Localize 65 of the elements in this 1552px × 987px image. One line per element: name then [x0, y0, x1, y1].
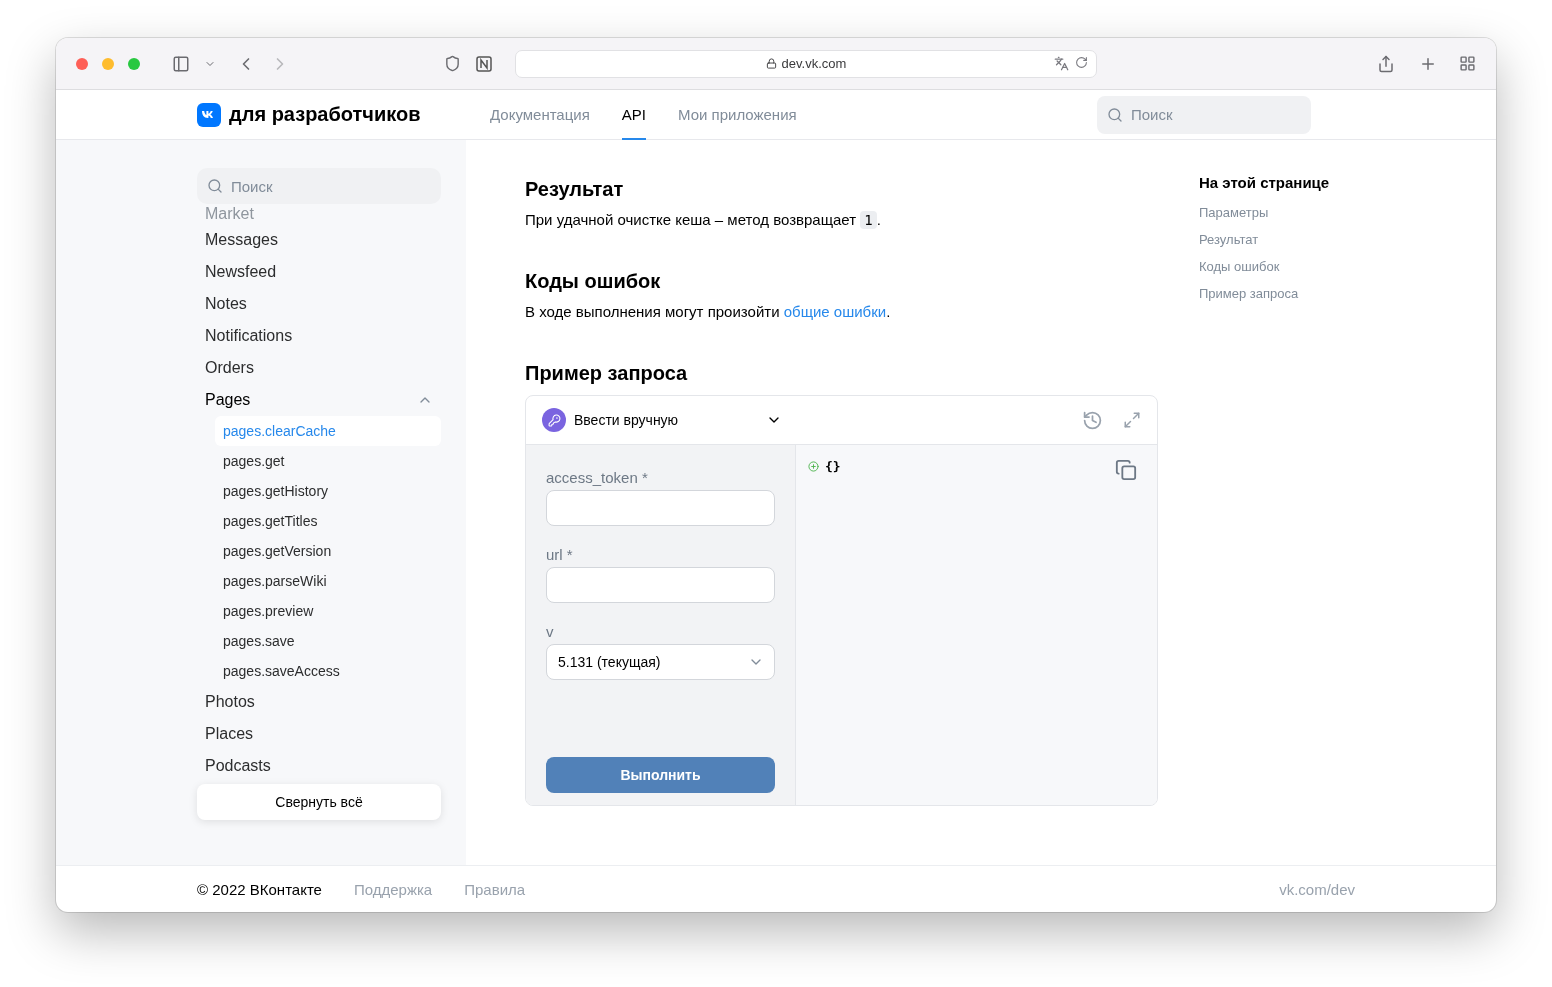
zoom-button[interactable] [128, 57, 140, 70]
sidebar-subitem[interactable]: pages.save [215, 626, 441, 656]
sidebar-subitem[interactable]: pages.get [215, 446, 441, 476]
copyright-text: © 2022 ВКонтакте [197, 880, 322, 898]
sidebar-item[interactable]: Orders [197, 352, 441, 384]
sidebar-subitem[interactable]: pages.parseWiki [215, 566, 441, 596]
json-output: {} [825, 459, 841, 474]
tabs-overview-icon[interactable] [1459, 55, 1476, 72]
logo-icon [197, 102, 221, 127]
close-button[interactable] [76, 57, 88, 70]
shield-icon[interactable] [444, 55, 461, 72]
search-placeholder: Поиск [1131, 106, 1173, 123]
toc-title: На этой странице [1199, 174, 1330, 191]
section-heading: Результат [525, 178, 625, 201]
notion-icon[interactable] [475, 54, 493, 73]
sidebar-subitem[interactable]: pages.getVersion [215, 536, 441, 566]
execute-button[interactable]: Выполнить [546, 757, 775, 793]
collapse-all-button[interactable]: Свернуть всё [197, 784, 441, 820]
sidebar-item[interactable]: Notifications [197, 320, 441, 352]
sidebar-subitem[interactable]: pages.getTitles [215, 506, 441, 536]
sidebar-item[interactable]: Photos [197, 686, 441, 718]
field-label: url * [546, 546, 574, 563]
sidebar-item[interactable]: Notes [197, 288, 441, 320]
search-icon [207, 178, 223, 194]
toc-link[interactable]: Пример запроса [1199, 286, 1330, 301]
input-field[interactable] [546, 567, 775, 603]
field-label: access_token * [546, 469, 649, 486]
section-heading: Пример запроса [525, 362, 689, 385]
field-label: v [546, 623, 555, 640]
minimize-button[interactable] [102, 57, 114, 70]
sidebar-subitem[interactable]: pages.saveAccess [215, 656, 441, 686]
sidebar-item[interactable]: Messages [197, 224, 441, 256]
history-icon[interactable] [1082, 409, 1103, 431]
section-heading: Коды ошибок [525, 270, 662, 293]
nav-tab[interactable]: API [621, 89, 646, 140]
address-bar[interactable]: dev.vk.com [515, 49, 1097, 78]
key-icon [542, 408, 566, 432]
input-field[interactable] [546, 490, 775, 526]
url-text: dev.vk.com [781, 56, 847, 71]
sidebar-item[interactable]: Podcasts [197, 750, 441, 782]
share-icon[interactable] [1377, 54, 1395, 73]
nav-tab[interactable]: Документация [490, 89, 590, 140]
mode-dropdown[interactable]: Ввести вручную [542, 408, 782, 432]
version-select[interactable]: 5.131 (текущая) [546, 644, 775, 680]
sidebar-item[interactable]: Places [197, 718, 441, 750]
nav-tab[interactable]: Мои приложения [678, 89, 797, 140]
sidebar-icon[interactable] [172, 54, 190, 73]
lock-icon [765, 58, 777, 69]
paragraph: При удачной очистке кеша – метод возвращает 1 . [525, 211, 882, 228]
translate-icon[interactable] [1054, 55, 1069, 71]
sidebar-subitem[interactable]: pages.clearCache [215, 416, 441, 446]
toc-link[interactable]: Параметры [1199, 205, 1330, 220]
paragraph: В ходе выполнения могут произойти общие ошибки. [525, 303, 892, 320]
logo-text: для разработчиков [229, 103, 421, 126]
sidebar-subitem[interactable]: pages.preview [215, 596, 441, 626]
errors-link[interactable]: общие ошибки [783, 303, 887, 320]
sidebar-subitem[interactable]: pages.getHistory [215, 476, 441, 506]
toc-link[interactable]: Результат [1199, 232, 1330, 247]
search-placeholder: Поиск [231, 177, 273, 195]
reload-icon[interactable] [1075, 55, 1088, 69]
search-icon [1107, 106, 1123, 123]
sidebar-item[interactable]: Pages [197, 384, 441, 416]
toc-link[interactable]: Коды ошибок [1199, 259, 1330, 274]
sidebar-item[interactable]: Newsfeed [197, 256, 441, 288]
copy-icon[interactable] [1115, 459, 1137, 481]
